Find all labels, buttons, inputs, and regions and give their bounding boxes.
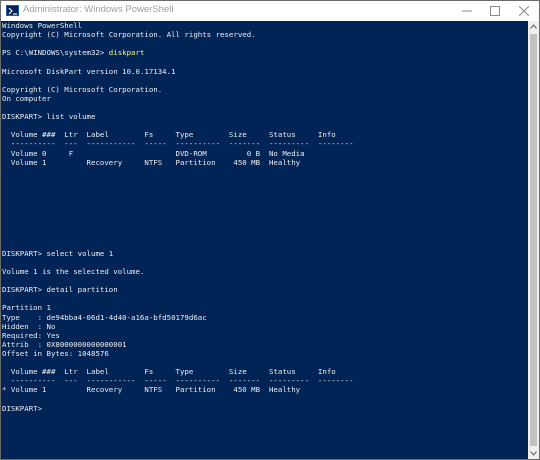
console-line-text: Volume ### Ltr Label Fs Type Size Status… <box>2 130 336 140</box>
console-line: PS C:\WINDOWS\system32> diskpart <box>2 48 354 57</box>
console-line: Offset in Bytes: 1048576 <box>2 349 354 358</box>
console-line: ---------- --- ----------- ----- -------… <box>2 376 354 385</box>
console-line-text: Copyright (C) Microsoft Corporation. <box>2 84 163 94</box>
console-line-text: DISKPART> select volume 1 <box>2 248 114 258</box>
console-line-text: Windows PowerShell <box>2 21 83 30</box>
console-line-text: Type : de94bba4-06d1-4d40-a16a-bfd50179d… <box>2 312 207 322</box>
close-icon <box>519 6 529 16</box>
console-line-text: Hidden : No <box>2 321 56 331</box>
console-line-text: Microsoft DiskPart version 10.0.17134.1 <box>2 66 176 76</box>
console-line-text: Partition 1 <box>2 303 51 313</box>
console-line-text: DISKPART> detail partition <box>2 285 118 295</box>
console-line-text: On computer <box>2 93 51 103</box>
scrollbar-thumb[interactable] <box>530 34 537 446</box>
minimize-button[interactable] <box>453 1 481 21</box>
console-line-text: ---------- --- ----------- ----- -------… <box>2 139 354 149</box>
console-line: * Volume 1 Recovery NTFS Partition 450 M… <box>2 385 354 394</box>
console-line: Volume ### Ltr Label Fs Type Size Status… <box>2 130 354 139</box>
console-line: Volume ### Ltr Label Fs Type Size Status… <box>2 367 354 376</box>
console-line: Copyright (C) Microsoft Corporation. All… <box>2 30 354 39</box>
console-line-text: Copyright (C) Microsoft Corporation. All… <box>2 30 256 40</box>
console-line: Required: Yes <box>2 331 354 340</box>
console-line: Partition 1 <box>2 303 354 312</box>
console-line: Microsoft DiskPart version 10.0.17134.1 <box>2 67 354 76</box>
close-button[interactable] <box>510 1 538 21</box>
console-line-text: Attrib : 0X8000000000000001 <box>2 339 127 349</box>
console-line: Type : de94bba4-06d1-4d40-a16a-bfd50179d… <box>2 313 354 322</box>
chevron-down-icon <box>530 451 537 456</box>
console-line-text: DISKPART> <box>2 403 43 413</box>
console-line: DISKPART> detail partition <box>2 285 354 294</box>
maximize-icon <box>490 6 500 16</box>
console-line-text: Offset in Bytes: 1048576 <box>2 348 109 358</box>
console-line-text: Volume ### Ltr Label Fs Type Size Status… <box>2 367 336 377</box>
maximize-button[interactable] <box>481 1 509 21</box>
console-line: Volume 1 is the selected volume. <box>2 267 354 276</box>
console-line-text: Volume 0 F DVD-ROM 0 B No Media <box>2 148 305 158</box>
title-bar[interactable]: Administrator: Windows PowerShell <box>1 1 539 21</box>
console-line: DISKPART> select volume 1 <box>2 249 354 258</box>
chevron-up-icon <box>530 24 537 29</box>
console-line: Hidden : No <box>2 322 354 331</box>
console-line-text: Required: Yes <box>2 330 60 340</box>
powershell-icon <box>6 5 19 16</box>
vertical-scrollbar[interactable] <box>528 21 539 459</box>
console-line: Copyright (C) Microsoft Corporation. <box>2 85 354 94</box>
console-line-text: DISKPART> list volume <box>2 112 96 122</box>
console-line: Volume 1 Recovery NTFS Partition 450 MB … <box>2 158 354 167</box>
window-title: Administrator: Windows PowerShell <box>23 4 174 15</box>
console-line: DISKPART> <box>2 404 354 413</box>
console-output: Windows PowerShell Copyright (C) Microsof… <box>2 21 354 413</box>
scroll-up-button[interactable] <box>528 21 539 32</box>
console-line-text: Volume 1 Recovery NTFS Partition 450 MB … <box>2 157 301 167</box>
console-line-text: Volume 1 is the selected volume. <box>2 266 145 276</box>
console-line-text: * Volume 1 Recovery NTFS Partition 450 M… <box>2 385 301 395</box>
console-line: Attrib : 0X8000000000000001 <box>2 340 354 349</box>
console-command: diskpart <box>108 48 145 58</box>
console-line: Volume 0 F DVD-ROM 0 B No Media <box>2 149 354 158</box>
scroll-down-button[interactable] <box>528 448 539 459</box>
console-line-text: PS C:\WINDOWS\system32> <box>2 48 109 58</box>
console-line: DISKPART> list volume <box>2 112 354 121</box>
console-line-text: ---------- --- ----------- ----- -------… <box>2 376 354 386</box>
minimize-icon <box>462 10 472 12</box>
powershell-window: Administrator: Windows PowerShell Window… <box>0 0 540 460</box>
console-line: Windows PowerShell <box>2 21 354 30</box>
console-line: On computer <box>2 94 354 103</box>
console-area[interactable]: Windows PowerShell Copyright (C) Microsof… <box>1 21 528 459</box>
console-line: ---------- --- ----------- ----- -------… <box>2 139 354 148</box>
